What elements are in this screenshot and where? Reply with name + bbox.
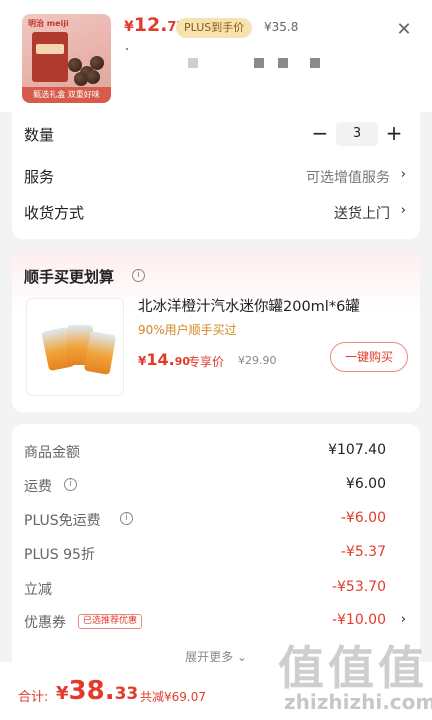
spec-dot (126, 48, 128, 50)
info-icon[interactable]: i (132, 269, 145, 282)
quantity-label: 数量 (24, 126, 55, 144)
chocolate-graphic (86, 70, 100, 84)
quantity-increase-button[interactable]: + (384, 122, 404, 144)
options-card: 数量 − 3 + 服务 可选增值服务 › 收货方式 送货上门 › (12, 112, 420, 239)
coupon-badge: 已选推荐优惠 (78, 614, 143, 629)
chevron-right-icon[interactable]: › (401, 203, 406, 218)
summary-value: -¥53.70 (331, 579, 386, 595)
summary-value: -¥5.37 (340, 544, 386, 560)
combo-product-image[interactable] (26, 298, 124, 396)
spec-swatch[interactable] (188, 58, 198, 68)
total-saved: 共减¥69.07 (140, 690, 206, 704)
price-int: 38. (68, 676, 115, 706)
chevron-right-icon[interactable]: › (401, 612, 406, 627)
delivery-value[interactable]: 送货上门 (334, 203, 390, 223)
chocolate-graphic (90, 56, 104, 70)
total-price: ¥38.33 (56, 676, 138, 706)
quantity-decrease-button[interactable]: − (310, 122, 330, 144)
summary-label: PLUS 95折 (24, 547, 95, 563)
service-value[interactable]: 可选增值服务 (306, 167, 390, 187)
combo-original-price: ¥29.90 (238, 354, 277, 367)
price-int: 12. (133, 14, 168, 36)
spec-swatch[interactable] (310, 58, 320, 68)
plus-price-badge: PLUS到手价 (176, 18, 253, 38)
checkout-bar: 合计: ¥38.33 共减¥69.07 (0, 662, 432, 720)
summary-label: 商品金额 (24, 445, 80, 461)
combo-title: 顺手买更划算 (24, 268, 115, 286)
summary-label: 优惠券 (24, 615, 66, 631)
summary-label: 运费 (24, 479, 52, 495)
close-button[interactable]: ✕ (394, 20, 414, 40)
summary-value[interactable]: -¥10.00 (332, 612, 386, 628)
info-icon[interactable]: i (64, 478, 77, 491)
summary-value: ¥6.00 (345, 476, 386, 492)
thumbnail-brand: 明治 meiji (28, 19, 69, 28)
spec-swatch[interactable] (278, 58, 288, 68)
summary-value: -¥6.00 (340, 510, 386, 526)
product-header: 明治 meiji 甄选礼盒 双重好味 ¥12.77 PLUS到手价 ¥35.8 … (0, 0, 432, 112)
can-graphic (83, 331, 117, 375)
summary-label: PLUS免运费 (24, 513, 101, 529)
price-summary-card: 商品金额 ¥107.40 运费 i ¥6.00 PLUS免运费 i -¥6.00… (12, 424, 420, 664)
delivery-label: 收货方式 (24, 204, 85, 222)
combo-price: ¥14.90 (138, 350, 190, 369)
original-price: ¥35.8 (264, 20, 299, 34)
thumbnail-banner: 甄选礼盒 双重好味 (22, 87, 111, 103)
product-thumbnail: 明治 meiji 甄选礼盒 双重好味 (22, 14, 111, 103)
chevron-right-icon[interactable]: › (401, 167, 406, 182)
summary-label: 立减 (24, 582, 52, 598)
close-icon: ✕ (396, 19, 412, 40)
exclusive-price-tag: 专享价 (188, 355, 225, 369)
info-icon[interactable]: i (120, 512, 133, 525)
price-symbol: ¥ (124, 19, 134, 35)
spec-swatch[interactable] (254, 58, 264, 68)
total-label: 合计: (18, 690, 49, 705)
price-dec: 33 (114, 684, 139, 704)
price-int: 14. (146, 350, 175, 369)
one-click-buy-button[interactable]: 一键购买 (330, 342, 408, 372)
price-symbol: ¥ (56, 683, 69, 704)
service-label: 服务 (24, 168, 55, 186)
quantity-input[interactable]: 3 (336, 122, 378, 146)
combo-product-name[interactable]: 北冰洋橙汁汽水迷你罐200ml*6罐 (138, 295, 360, 316)
gift-box-graphic (32, 32, 68, 82)
combo-subtitle: 90%用户顺手买过 (138, 323, 237, 337)
combo-card: 顺手买更划算 i 北冰洋橙汁汽水迷你罐200ml*6罐 90%用户顺手买过 ¥1… (12, 250, 420, 412)
summary-value: ¥107.40 (328, 442, 386, 458)
